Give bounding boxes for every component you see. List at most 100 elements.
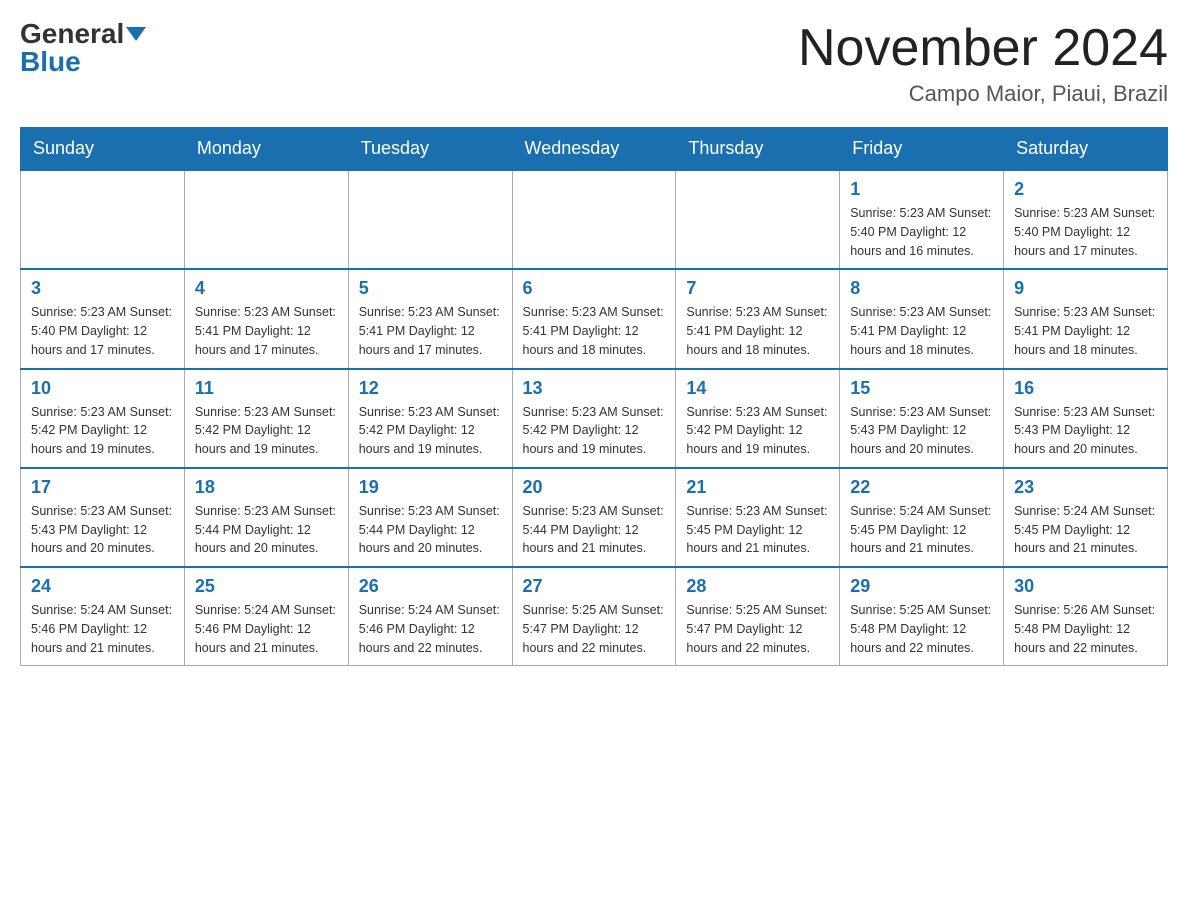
day-info: Sunrise: 5:25 AM Sunset: 5:47 PM Dayligh… bbox=[686, 601, 829, 657]
location: Campo Maior, Piaui, Brazil bbox=[798, 81, 1168, 107]
day-number: 19 bbox=[359, 477, 502, 498]
calendar-cell bbox=[512, 170, 676, 269]
week-row-1: 1 Sunrise: 5:23 AM Sunset: 5:40 PM Daylig… bbox=[21, 170, 1168, 269]
logo-blue-text: Blue bbox=[20, 46, 81, 77]
day-info: Sunrise: 5:23 AM Sunset: 5:40 PM Dayligh… bbox=[850, 204, 993, 260]
calendar-cell: 25 Sunrise: 5:24 AM Sunset: 5:46 PM Dayli… bbox=[184, 567, 348, 666]
calendar-cell: 14Sunrise: 5:23 AM Sunset: 5:42 PM Dayli… bbox=[676, 369, 840, 468]
day-number: 22 bbox=[850, 477, 993, 498]
day-info: Sunrise: 5:25 AM Sunset: 5:47 PM Dayligh… bbox=[523, 601, 666, 657]
calendar: SundayMondayTuesdayWednesdayThursdayFrid… bbox=[20, 127, 1168, 666]
day-number: 26 bbox=[359, 576, 502, 597]
day-number: 29 bbox=[850, 576, 993, 597]
calendar-header-monday: Monday bbox=[184, 128, 348, 171]
day-info: Sunrise: 5:23 AM Sunset: 5:42 PM Dayligh… bbox=[686, 403, 829, 459]
day-info: Sunrise: 5:23 AM Sunset: 5:45 PM Dayligh… bbox=[686, 502, 829, 558]
day-number: 9 bbox=[1014, 278, 1157, 299]
calendar-cell: 22 Sunrise: 5:24 AM Sunset: 5:45 PM Dayli… bbox=[840, 468, 1004, 567]
title-area: November 2024 Campo Maior, Piaui, Brazil bbox=[798, 20, 1168, 107]
calendar-cell: 29 Sunrise: 5:25 AM Sunset: 5:48 PM Dayli… bbox=[840, 567, 1004, 666]
calendar-cell: 27 Sunrise: 5:25 AM Sunset: 5:47 PM Dayli… bbox=[512, 567, 676, 666]
day-info: Sunrise: 5:24 AM Sunset: 5:46 PM Dayligh… bbox=[195, 601, 338, 657]
calendar-cell: 6Sunrise: 5:23 AM Sunset: 5:41 PM Daylig… bbox=[512, 269, 676, 368]
day-info: Sunrise: 5:25 AM Sunset: 5:48 PM Dayligh… bbox=[850, 601, 993, 657]
day-info: Sunrise: 5:24 AM Sunset: 5:45 PM Dayligh… bbox=[1014, 502, 1157, 558]
calendar-cell: 21 Sunrise: 5:23 AM Sunset: 5:45 PM Dayli… bbox=[676, 468, 840, 567]
calendar-cell: 4 Sunrise: 5:23 AM Sunset: 5:41 PM Daylig… bbox=[184, 269, 348, 368]
day-info: Sunrise: 5:23 AM Sunset: 5:44 PM Dayligh… bbox=[359, 502, 502, 558]
calendar-cell: 1 Sunrise: 5:23 AM Sunset: 5:40 PM Daylig… bbox=[840, 170, 1004, 269]
day-number: 18 bbox=[195, 477, 338, 498]
logo-triangle-icon bbox=[126, 27, 146, 41]
day-number: 28 bbox=[686, 576, 829, 597]
day-info: Sunrise: 5:23 AM Sunset: 5:41 PM Dayligh… bbox=[359, 303, 502, 359]
day-info: Sunrise: 5:23 AM Sunset: 5:43 PM Dayligh… bbox=[850, 403, 993, 459]
day-number: 5 bbox=[359, 278, 502, 299]
day-number: 27 bbox=[523, 576, 666, 597]
calendar-cell bbox=[348, 170, 512, 269]
logo-general-text: General bbox=[20, 20, 124, 48]
logo: General Blue bbox=[20, 20, 146, 76]
day-info: Sunrise: 5:23 AM Sunset: 5:41 PM Dayligh… bbox=[195, 303, 338, 359]
calendar-header-sunday: Sunday bbox=[21, 128, 185, 171]
calendar-cell: 24Sunrise: 5:24 AM Sunset: 5:46 PM Dayli… bbox=[21, 567, 185, 666]
day-info: Sunrise: 5:24 AM Sunset: 5:46 PM Dayligh… bbox=[31, 601, 174, 657]
day-number: 23 bbox=[1014, 477, 1157, 498]
day-info: Sunrise: 5:23 AM Sunset: 5:41 PM Dayligh… bbox=[850, 303, 993, 359]
calendar-cell: 13 Sunrise: 5:23 AM Sunset: 5:42 PM Dayli… bbox=[512, 369, 676, 468]
calendar-header-thursday: Thursday bbox=[676, 128, 840, 171]
day-info: Sunrise: 5:23 AM Sunset: 5:42 PM Dayligh… bbox=[359, 403, 502, 459]
calendar-cell: 3Sunrise: 5:23 AM Sunset: 5:40 PM Daylig… bbox=[21, 269, 185, 368]
day-number: 25 bbox=[195, 576, 338, 597]
day-info: Sunrise: 5:23 AM Sunset: 5:43 PM Dayligh… bbox=[1014, 403, 1157, 459]
day-number: 15 bbox=[850, 378, 993, 399]
day-info: Sunrise: 5:23 AM Sunset: 5:43 PM Dayligh… bbox=[31, 502, 174, 558]
calendar-cell: 26 Sunrise: 5:24 AM Sunset: 5:46 PM Dayli… bbox=[348, 567, 512, 666]
month-title: November 2024 bbox=[798, 20, 1168, 77]
day-info: Sunrise: 5:23 AM Sunset: 5:41 PM Dayligh… bbox=[523, 303, 666, 359]
day-info: Sunrise: 5:24 AM Sunset: 5:45 PM Dayligh… bbox=[850, 502, 993, 558]
calendar-cell: 17 Sunrise: 5:23 AM Sunset: 5:43 PM Dayli… bbox=[21, 468, 185, 567]
day-number: 3 bbox=[31, 278, 174, 299]
calendar-cell: 20 Sunrise: 5:23 AM Sunset: 5:44 PM Dayli… bbox=[512, 468, 676, 567]
calendar-cell: 23 Sunrise: 5:24 AM Sunset: 5:45 PM Dayli… bbox=[1004, 468, 1168, 567]
day-number: 17 bbox=[31, 477, 174, 498]
day-info: Sunrise: 5:23 AM Sunset: 5:42 PM Dayligh… bbox=[523, 403, 666, 459]
day-number: 20 bbox=[523, 477, 666, 498]
day-number: 1 bbox=[850, 179, 993, 200]
calendar-cell: 5 Sunrise: 5:23 AM Sunset: 5:41 PM Daylig… bbox=[348, 269, 512, 368]
calendar-cell bbox=[184, 170, 348, 269]
calendar-header-friday: Friday bbox=[840, 128, 1004, 171]
calendar-header-row: SundayMondayTuesdayWednesdayThursdayFrid… bbox=[21, 128, 1168, 171]
day-info: Sunrise: 5:23 AM Sunset: 5:42 PM Dayligh… bbox=[31, 403, 174, 459]
day-info: Sunrise: 5:23 AM Sunset: 5:44 PM Dayligh… bbox=[523, 502, 666, 558]
day-info: Sunrise: 5:23 AM Sunset: 5:41 PM Dayligh… bbox=[1014, 303, 1157, 359]
week-row-4: 17 Sunrise: 5:23 AM Sunset: 5:43 PM Dayli… bbox=[21, 468, 1168, 567]
day-number: 7 bbox=[686, 278, 829, 299]
day-number: 10 bbox=[31, 378, 174, 399]
week-row-3: 10 Sunrise: 5:23 AM Sunset: 5:42 PM Dayli… bbox=[21, 369, 1168, 468]
calendar-cell: 8Sunrise: 5:23 AM Sunset: 5:41 PM Daylig… bbox=[840, 269, 1004, 368]
calendar-header-wednesday: Wednesday bbox=[512, 128, 676, 171]
day-number: 30 bbox=[1014, 576, 1157, 597]
week-row-5: 24Sunrise: 5:24 AM Sunset: 5:46 PM Dayli… bbox=[21, 567, 1168, 666]
day-number: 21 bbox=[686, 477, 829, 498]
calendar-cell: 28 Sunrise: 5:25 AM Sunset: 5:47 PM Dayli… bbox=[676, 567, 840, 666]
calendar-cell: 16Sunrise: 5:23 AM Sunset: 5:43 PM Dayli… bbox=[1004, 369, 1168, 468]
day-info: Sunrise: 5:23 AM Sunset: 5:40 PM Dayligh… bbox=[1014, 204, 1157, 260]
calendar-cell: 12Sunrise: 5:23 AM Sunset: 5:42 PM Dayli… bbox=[348, 369, 512, 468]
calendar-header-saturday: Saturday bbox=[1004, 128, 1168, 171]
week-row-2: 3Sunrise: 5:23 AM Sunset: 5:40 PM Daylig… bbox=[21, 269, 1168, 368]
day-info: Sunrise: 5:23 AM Sunset: 5:41 PM Dayligh… bbox=[686, 303, 829, 359]
calendar-cell bbox=[21, 170, 185, 269]
day-number: 13 bbox=[523, 378, 666, 399]
day-number: 11 bbox=[195, 378, 338, 399]
day-info: Sunrise: 5:24 AM Sunset: 5:46 PM Dayligh… bbox=[359, 601, 502, 657]
calendar-cell: 11 Sunrise: 5:23 AM Sunset: 5:42 PM Dayli… bbox=[184, 369, 348, 468]
day-info: Sunrise: 5:23 AM Sunset: 5:42 PM Dayligh… bbox=[195, 403, 338, 459]
calendar-cell: 2Sunrise: 5:23 AM Sunset: 5:40 PM Daylig… bbox=[1004, 170, 1168, 269]
calendar-cell: 19 Sunrise: 5:23 AM Sunset: 5:44 PM Dayli… bbox=[348, 468, 512, 567]
day-number: 4 bbox=[195, 278, 338, 299]
day-info: Sunrise: 5:26 AM Sunset: 5:48 PM Dayligh… bbox=[1014, 601, 1157, 657]
calendar-cell bbox=[676, 170, 840, 269]
